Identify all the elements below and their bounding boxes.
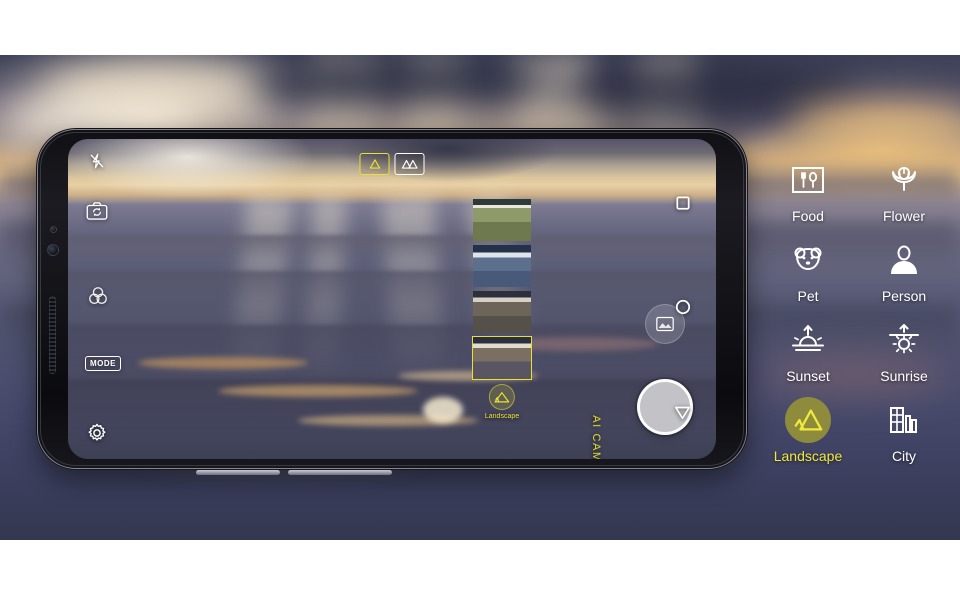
camera-switch-icon	[86, 202, 108, 220]
settings-button[interactable]	[86, 422, 108, 449]
phone-screen: MODE Landscape AI CAM	[68, 139, 716, 459]
scene-item-pet[interactable]: Pet	[760, 230, 856, 310]
earpiece-speaker	[49, 296, 56, 374]
home-button[interactable]	[675, 299, 691, 320]
filmstrip-thumb[interactable]	[473, 199, 531, 241]
switch-camera-button[interactable]	[86, 201, 108, 226]
sunrise-icon	[889, 323, 919, 353]
filmstrip-thumb[interactable]	[473, 291, 531, 333]
scene-label: Pet	[797, 287, 819, 304]
triangle-down-icon	[674, 406, 690, 420]
sunset-icon-wrap	[785, 317, 831, 363]
scene-item-city[interactable]: City	[856, 390, 952, 470]
screenshot-root: MODE Landscape AI CAM Food Flower Pet Pe…	[0, 0, 960, 600]
mountain-icon	[794, 408, 823, 431]
scene-label: Person	[881, 287, 927, 304]
recents-button[interactable]	[676, 196, 690, 215]
detected-scene-label: Landscape	[484, 413, 520, 420]
scene-item-flower[interactable]: Flower	[856, 150, 952, 230]
mountain-icon	[494, 392, 510, 403]
gear-icon	[88, 423, 106, 441]
food-icon-wrap	[785, 157, 831, 203]
flash-off-button[interactable]	[88, 152, 106, 175]
circle-icon	[675, 299, 691, 315]
scene-item-sunset[interactable]: Sunset	[760, 310, 856, 390]
scene-item-sunrise[interactable]: Sunrise	[856, 310, 952, 390]
scene-filmstrip[interactable]	[472, 199, 532, 383]
standard-lens-button[interactable]	[359, 153, 390, 175]
ai-scene-panel: Food Flower Pet Person Sunset Sunrise La…	[760, 150, 952, 470]
scene-item-food[interactable]: Food	[760, 150, 856, 230]
filmstrip-thumb[interactable]	[473, 245, 531, 287]
person-icon	[891, 245, 917, 274]
scene-item-person[interactable]: Person	[856, 230, 952, 310]
cloud	[250, 55, 550, 111]
pet-bear-icon	[794, 247, 822, 270]
scene-label: City	[891, 447, 917, 464]
gallery-icon	[656, 316, 674, 332]
scene-label: Flower	[882, 207, 925, 224]
scene-item-landscape[interactable]: Landscape	[760, 390, 856, 470]
scene-label: Sunset	[786, 367, 830, 384]
wide-angle-lens-button[interactable]	[394, 153, 425, 175]
scene-label: Food	[792, 207, 824, 224]
detected-scene-chip: Landscape	[485, 384, 519, 420]
filters-icon	[89, 287, 107, 305]
volume-up-button[interactable]	[196, 470, 280, 475]
scene-label: Landscape	[773, 447, 843, 464]
front-camera	[47, 244, 59, 256]
lens-toggle-group	[359, 153, 425, 175]
square-icon	[676, 196, 690, 210]
back-button[interactable]	[674, 405, 691, 425]
flash-off-icon	[90, 153, 104, 169]
camera-ui-overlay: MODE Landscape AI CAM	[68, 139, 716, 459]
filters-button[interactable]	[87, 285, 109, 312]
volume-down-button[interactable]	[288, 470, 392, 475]
ai-cam-label: AI CAM	[590, 415, 602, 459]
double-mountain-icon	[401, 159, 418, 169]
landscape-icon-wrap	[785, 396, 831, 443]
flower-icon-wrap	[881, 157, 927, 203]
pet-icon-wrap	[785, 237, 831, 283]
mode-button[interactable]: MODE	[85, 356, 121, 371]
flower-icon	[892, 166, 916, 191]
filmstrip-thumb-selected[interactable]	[472, 336, 532, 380]
city-icon-wrap	[881, 397, 927, 443]
sunset-icon	[792, 324, 824, 351]
single-mountain-icon	[369, 159, 380, 169]
scene-label: Sunrise	[880, 367, 928, 384]
person-icon-wrap	[881, 237, 927, 283]
buildings-icon	[890, 406, 917, 433]
sunrise-icon-wrap	[881, 317, 927, 363]
food-tray-icon	[792, 166, 824, 193]
detected-scene-icon-circle	[488, 384, 515, 410]
phone-device: MODE Landscape AI CAM	[36, 128, 748, 475]
proximity-sensor	[50, 226, 57, 233]
